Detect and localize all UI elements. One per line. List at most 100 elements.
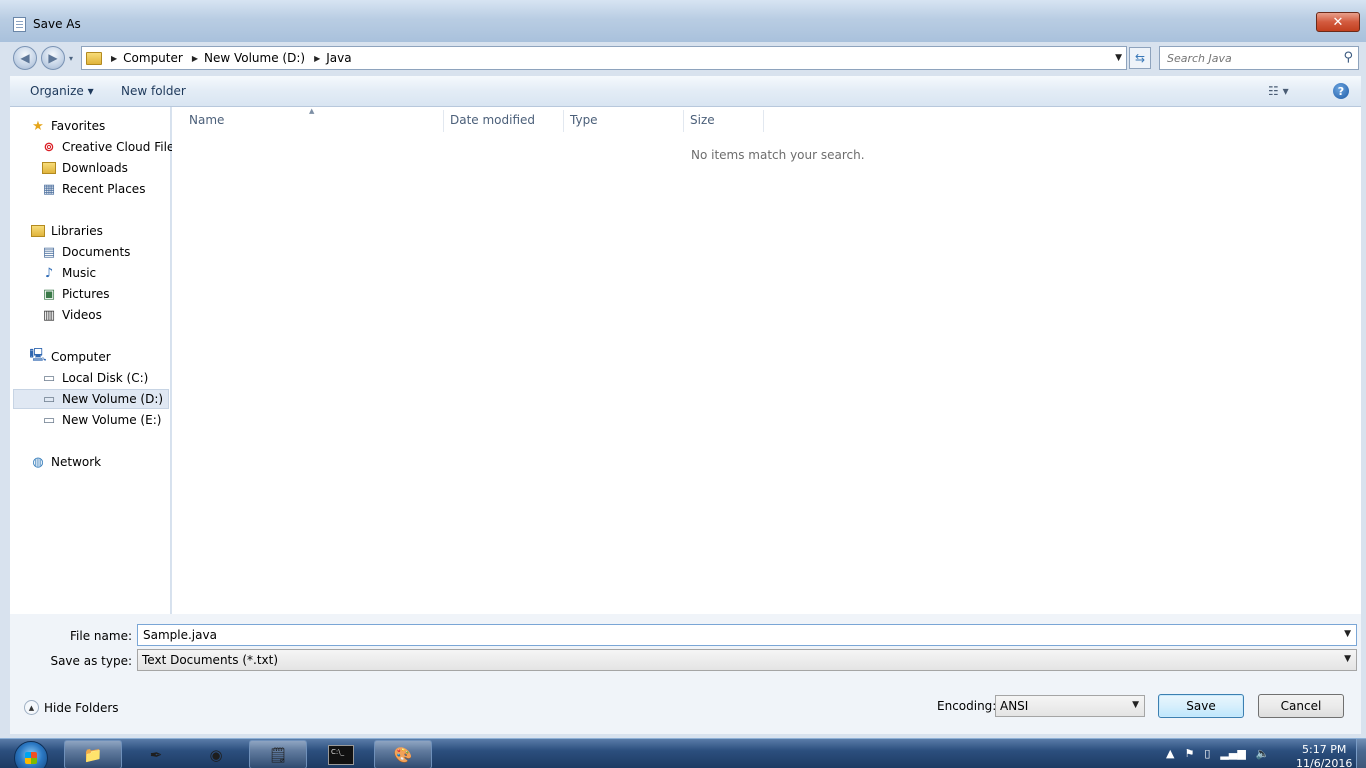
column-divider[interactable] <box>443 110 444 132</box>
pictures-icon: ▣ <box>42 286 56 302</box>
column-divider[interactable] <box>563 110 564 132</box>
nav-computer-label: Computer <box>51 350 111 364</box>
nav-item-label: Downloads <box>62 161 128 175</box>
taskbar: 📁 ✒ ◉ 🗒 C:\_ 🎨 ▲ ⚑ ▯ ▂▄▆ 🔈 5:17 PM 11/6/… <box>0 738 1366 768</box>
change-view-button[interactable]: ☷ ▾ <box>1268 84 1289 98</box>
action-center-flag-icon[interactable]: ⚑ <box>1184 747 1194 760</box>
breadcrumb-java[interactable]: Java <box>326 51 351 65</box>
signal-bars-icon[interactable]: ▂▄▆ <box>1220 747 1245 760</box>
save-as-type-label: Save as type: <box>50 654 132 668</box>
taskbar-chrome[interactable]: ◉ <box>187 740 245 768</box>
refresh-button[interactable]: ⇆ <box>1129 47 1151 69</box>
volume-icon[interactable]: 🔈 <box>1256 747 1270 760</box>
nav-item-documents[interactable]: ▤ Documents <box>41 244 131 260</box>
nav-item-recent-places[interactable]: ▦ Recent Places <box>41 181 146 197</box>
nav-item-downloads[interactable]: Downloads <box>41 160 128 176</box>
help-icon[interactable]: ? <box>1333 83 1349 99</box>
encoding-select[interactable]: ANSI ▼ <box>995 695 1145 717</box>
column-header-size[interactable]: Size <box>690 113 715 131</box>
forward-arrow-icon: ▶ <box>48 51 58 65</box>
network-icon: ◍ <box>32 454 44 470</box>
nav-network-label: Network <box>51 455 102 469</box>
downloads-folder-icon <box>41 160 57 176</box>
nav-computer[interactable]: 🖳 Computer <box>29 348 111 365</box>
recent-pages-dropdown[interactable]: ▾ <box>69 54 73 63</box>
save-as-type-select[interactable]: Text Documents (*.txt) ▼ <box>137 649 1357 671</box>
column-divider[interactable] <box>683 110 684 132</box>
nav-item-label: Creative Cloud Files <box>62 140 181 154</box>
hide-folders-label: Hide Folders <box>44 700 119 715</box>
new-folder-button[interactable]: New folder <box>121 84 186 98</box>
file-name-field[interactable]: ▼ <box>137 624 1357 646</box>
chevron-right-icon[interactable]: ▶ <box>192 54 198 63</box>
show-hidden-icons-icon[interactable]: ▲ <box>1166 747 1174 760</box>
breadcrumb-computer[interactable]: Computer <box>123 51 183 65</box>
show-desktop-button[interactable] <box>1356 739 1366 768</box>
taskbar-paint[interactable]: 🎨 <box>374 740 432 768</box>
file-name-label: File name: <box>70 629 132 643</box>
chevron-down-icon: ▼ <box>1132 700 1139 710</box>
breadcrumb-new-volume-d[interactable]: New Volume (D:) <box>204 51 305 65</box>
nav-item-creative-cloud-files[interactable]: ⊚ Creative Cloud Files <box>41 139 181 155</box>
notepad-icon <box>13 17 26 32</box>
chevron-up-icon: ▲ <box>24 700 39 715</box>
nav-item-videos[interactable]: ▥ Videos <box>41 307 102 323</box>
column-header-type[interactable]: Type <box>570 113 598 131</box>
chevron-right-icon[interactable]: ▶ <box>314 54 320 63</box>
close-button[interactable]: ✕ <box>1316 12 1360 32</box>
save-button[interactable]: Save <box>1158 694 1244 718</box>
search-icon[interactable]: ⚲ <box>1343 50 1353 65</box>
refresh-icon: ⇆ <box>1134 51 1146 65</box>
address-row: ◀ ▶ ▾ ▶ Computer ▶ New Volume (D:) ▶ Jav… <box>0 42 1366 72</box>
taskbar-notepad[interactable]: 🗒 <box>249 740 307 768</box>
libraries-icon <box>30 223 46 239</box>
nav-libraries[interactable]: Libraries <box>30 223 103 239</box>
taskbar-cmd[interactable]: C:\_ <box>312 740 370 768</box>
nav-item-pictures[interactable]: ▣ Pictures <box>41 286 110 302</box>
column-header-date-modified[interactable]: Date modified <box>450 113 535 131</box>
back-arrow-icon: ◀ <box>20 51 30 65</box>
nav-item-music[interactable]: ♪ Music <box>41 265 96 281</box>
nav-item-new-volume-e[interactable]: ▭ New Volume (E:) <box>41 412 162 428</box>
start-button[interactable] <box>14 741 48 768</box>
file-list: ▲ Name Date modified Type Size No items … <box>172 107 1361 614</box>
chrome-icon: ◉ <box>209 745 223 764</box>
nav-favorites[interactable]: ★ Favorites <box>30 118 105 134</box>
pen-tool-icon: ✒ <box>149 745 163 764</box>
taskbar-explorer[interactable]: 📁 <box>64 740 122 768</box>
title-bar: Save As ✕ <box>0 0 1366 42</box>
address-dropdown-icon[interactable]: ▼ <box>1115 53 1122 63</box>
nav-item-label: Music <box>62 266 97 280</box>
address-bar[interactable]: ▶ Computer ▶ New Volume (D:) ▶ Java ▼ <box>81 46 1127 70</box>
encoding-label: Encoding: <box>937 699 997 713</box>
nav-network[interactable]: ◍ Network <box>30 454 101 470</box>
nav-favorites-label: Favorites <box>51 119 106 133</box>
column-header-name[interactable]: Name <box>189 113 224 131</box>
nav-item-local-disk-c[interactable]: ▭ Local Disk (C:) <box>41 370 148 386</box>
file-name-input[interactable] <box>143 626 1333 644</box>
command-prompt-icon: C:\_ <box>328 744 354 765</box>
taskbar-app-pen[interactable]: ✒ <box>127 740 185 768</box>
nav-libraries-label: Libraries <box>51 224 103 238</box>
back-button[interactable]: ◀ <box>13 46 37 70</box>
chevron-right-icon[interactable]: ▶ <box>111 54 117 63</box>
nav-item-new-volume-d[interactable]: ▭ New Volume (D:) <box>13 389 169 409</box>
music-icon: ♪ <box>44 265 54 281</box>
computer-icon: 🖳 <box>29 348 47 363</box>
column-divider[interactable] <box>763 110 764 132</box>
drive-icon: ▭ <box>42 412 56 428</box>
clock[interactable]: 5:17 PM 11/6/2016 <box>1296 743 1352 768</box>
forward-button[interactable]: ▶ <box>41 46 65 70</box>
search-input[interactable] <box>1167 48 1335 68</box>
folder-icon <box>86 51 102 65</box>
cancel-button[interactable]: Cancel <box>1258 694 1344 718</box>
file-name-dropdown-icon[interactable]: ▼ <box>1344 629 1351 639</box>
nav-item-label: New Volume (E:) <box>62 413 162 427</box>
organize-button[interactable]: Organize ▾ <box>30 84 94 98</box>
search-box[interactable]: ⚲ <box>1159 46 1359 70</box>
hide-folders-button[interactable]: ▲ Hide Folders <box>24 700 119 715</box>
videos-icon: ▥ <box>42 307 56 323</box>
paint-palette-icon: 🎨 <box>393 745 413 764</box>
nav-item-label: Videos <box>62 308 102 322</box>
battery-icon[interactable]: ▯ <box>1204 747 1210 760</box>
